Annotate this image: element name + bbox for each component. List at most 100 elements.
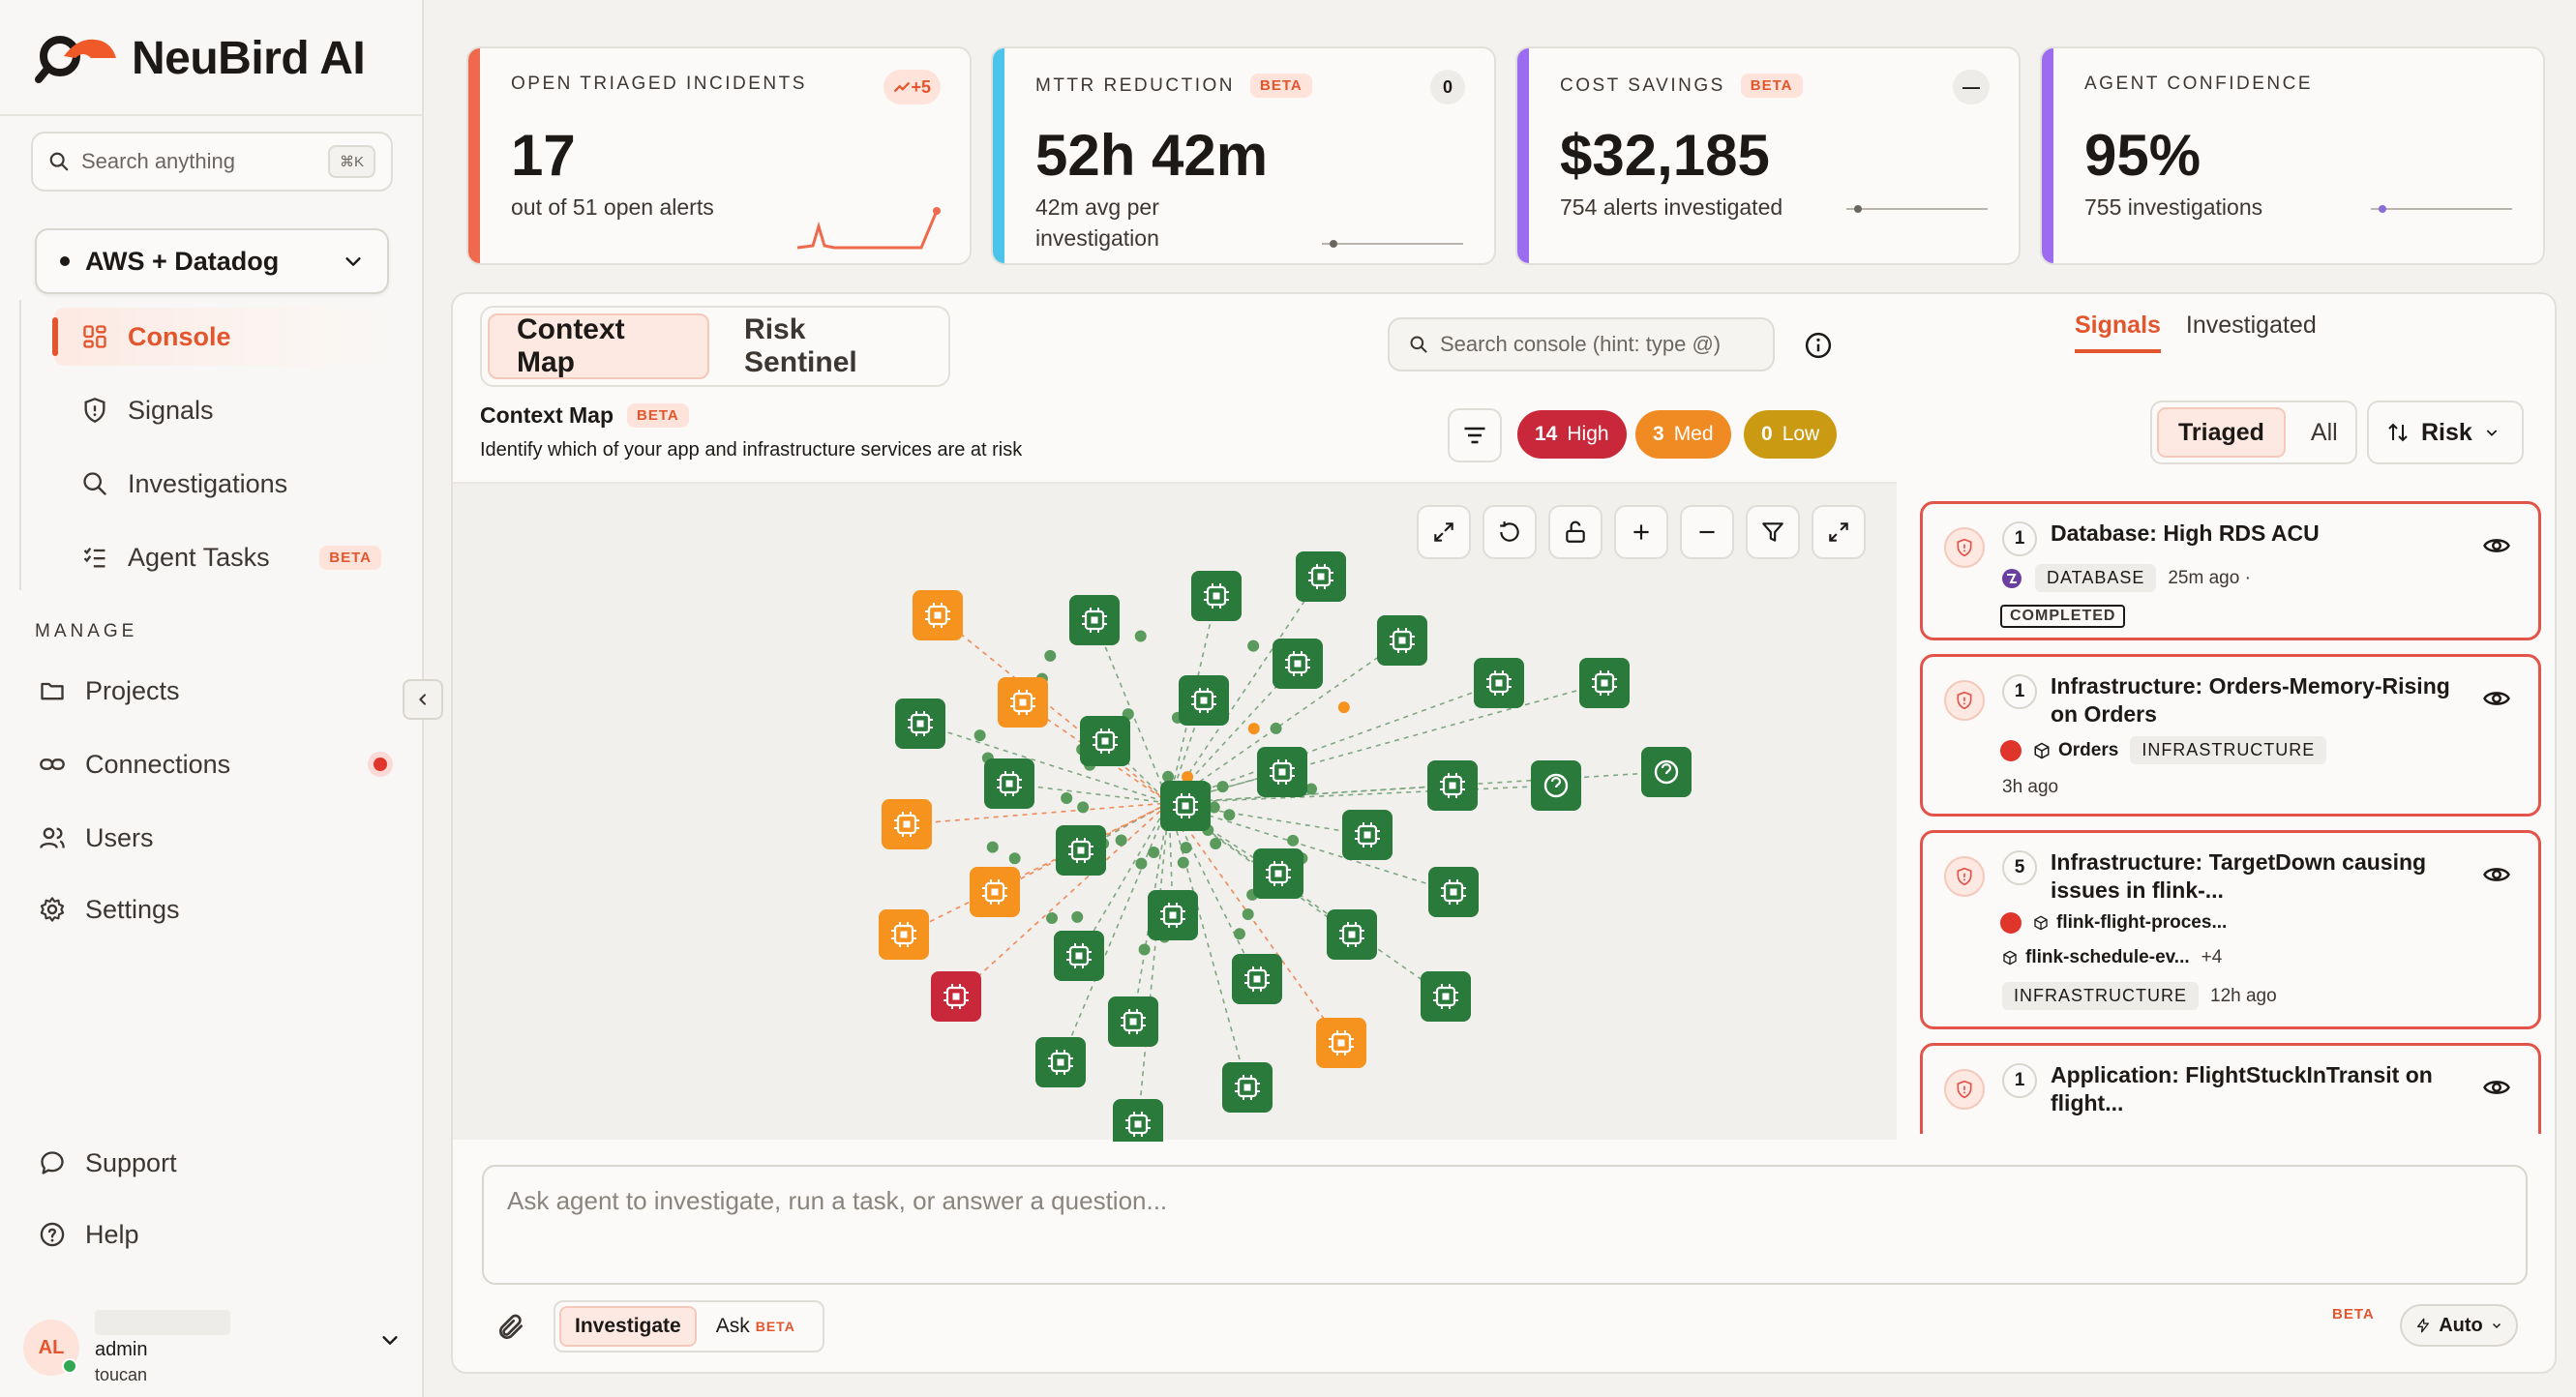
sidebar-item-investigations[interactable]: Investigations: [54, 455, 393, 513]
paperclip-icon[interactable]: [495, 1312, 526, 1343]
service-node[interactable]: [1327, 909, 1377, 960]
service-node[interactable]: [1056, 825, 1106, 876]
service-node[interactable]: [1579, 658, 1630, 708]
eye-icon[interactable]: [2482, 860, 2511, 889]
service-node[interactable]: [931, 971, 981, 1022]
graph-dependency-dot[interactable]: [986, 841, 999, 853]
graph-dependency-dot[interactable]: [1071, 910, 1084, 923]
user-menu[interactable]: AL admin toucan: [23, 1310, 230, 1385]
service-node[interactable]: [1054, 931, 1104, 981]
eye-icon[interactable]: [2482, 684, 2511, 713]
reset-layout-button[interactable]: [1483, 505, 1537, 559]
graph-dependency-dot[interactable]: [1210, 838, 1222, 850]
sidebar-item-signals[interactable]: Signals: [54, 381, 393, 439]
service-node[interactable]: [1148, 890, 1198, 940]
info-icon[interactable]: [1804, 331, 1833, 360]
service-node[interactable]: [1316, 1018, 1366, 1068]
service-node[interactable]: [1179, 675, 1229, 726]
graph-dependency-dot[interactable]: [1247, 723, 1260, 735]
sidebar-item-connections[interactable]: Connections: [39, 735, 397, 793]
service-node[interactable]: [1428, 867, 1479, 917]
severity-med-pill[interactable]: 3 Med: [1635, 410, 1731, 459]
graph-dependency-dot[interactable]: [1287, 834, 1300, 847]
chevron-down-icon[interactable]: [379, 1329, 401, 1351]
graph-dependency-dot[interactable]: [1337, 701, 1350, 714]
graph-dependency-dot[interactable]: [1138, 943, 1151, 956]
severity-low-pill[interactable]: 0 Low: [1744, 410, 1838, 459]
service-node[interactable]: [1342, 810, 1393, 860]
sidebar-item-projects[interactable]: Projects: [39, 662, 397, 720]
service-node[interactable]: [1035, 1037, 1086, 1087]
environment-selector[interactable]: AWS + Datadog: [35, 228, 389, 294]
graph-dependency-dot[interactable]: [1223, 809, 1236, 821]
zoom-out-button[interactable]: [1680, 505, 1734, 559]
signal-card[interactable]: 5 Infrastructure: TargetDown causing iss…: [1920, 830, 2541, 1029]
unknown-service-node[interactable]: [1531, 760, 1581, 811]
graph-dependency-dot[interactable]: [1115, 834, 1127, 847]
service-node[interactable]: [1160, 781, 1211, 831]
service-node[interactable]: [882, 799, 932, 849]
signal-card[interactable]: 1 Infrastructure: Orders-Memory-Rising o…: [1920, 654, 2541, 817]
kpi-open-incidents[interactable]: OPEN TRIAGED INCIDENTS +5 17 out of 51 o…: [466, 46, 972, 265]
service-node[interactable]: [895, 698, 945, 749]
service-node[interactable]: [1427, 760, 1478, 811]
sidebar-item-support[interactable]: Support: [39, 1134, 397, 1192]
severity-high-pill[interactable]: 14 High: [1517, 410, 1627, 459]
zoom-in-button[interactable]: [1614, 505, 1668, 559]
service-node[interactable]: [1108, 996, 1158, 1047]
graph-dependency-dot[interactable]: [1008, 852, 1021, 865]
tab-signals[interactable]: Signals: [2075, 312, 2161, 353]
fit-view-button[interactable]: [1417, 505, 1471, 559]
kpi-mttr-reduction[interactable]: MTTR REDUCTION BETA 0 52h 42m 42m avg per…: [991, 46, 1496, 265]
graph-dependency-dot[interactable]: [1148, 846, 1160, 858]
sidebar-item-users[interactable]: Users: [39, 809, 397, 867]
sidebar-item-settings[interactable]: Settings: [39, 880, 397, 938]
context-map-graph[interactable]: [453, 482, 1897, 1149]
service-node[interactable]: [1253, 848, 1303, 899]
graph-dependency-dot[interactable]: [1061, 791, 1073, 804]
lock-layout-button[interactable]: [1548, 505, 1603, 559]
tab-investigated[interactable]: Investigated: [2186, 312, 2317, 353]
graph-dependency-dot[interactable]: [1134, 630, 1147, 642]
sidebar-item-console[interactable]: Console: [52, 308, 393, 366]
service-node[interactable]: [1296, 551, 1346, 602]
service-node[interactable]: [1273, 639, 1323, 689]
service-node[interactable]: [1377, 615, 1427, 666]
graph-dependency-dot[interactable]: [1247, 639, 1260, 652]
service-node[interactable]: [970, 867, 1020, 917]
fullscreen-button[interactable]: [1812, 505, 1866, 559]
filter-menu-button[interactable]: [1448, 408, 1502, 462]
filter-triaged[interactable]: Triaged: [2157, 407, 2286, 458]
service-node[interactable]: [1069, 595, 1120, 645]
unknown-service-node[interactable]: [1641, 747, 1692, 797]
collapse-sidebar-button[interactable]: [403, 679, 443, 720]
service-node[interactable]: [913, 590, 963, 640]
kpi-cost-savings[interactable]: COST SAVINGS BETA — $32,185 754 alerts in…: [1515, 46, 2021, 265]
context-map-canvas[interactable]: [453, 484, 1897, 1149]
service-node[interactable]: [879, 909, 929, 960]
graph-dependency-dot[interactable]: [1135, 857, 1148, 870]
brand-logo[interactable]: NeuBird AI: [35, 29, 366, 87]
graph-dependency-dot[interactable]: [973, 729, 986, 742]
tab-risk-sentinel[interactable]: Risk Sentinel: [717, 313, 943, 379]
mode-ask[interactable]: Ask BETA: [703, 1306, 809, 1347]
signal-card[interactable]: 1 Application: FlightStuckInTransit on f…: [1920, 1043, 2541, 1134]
global-search-input[interactable]: Search anything ⌘K: [31, 132, 393, 192]
tab-context-map[interactable]: Context Map: [488, 313, 710, 379]
service-node[interactable]: [1257, 747, 1307, 797]
graph-dependency-dot[interactable]: [1242, 907, 1254, 920]
kpi-agent-confidence[interactable]: AGENT CONFIDENCE 95% 755 investigations: [2040, 46, 2545, 265]
service-node[interactable]: [1191, 571, 1242, 621]
sidebar-item-help[interactable]: Help: [39, 1205, 397, 1263]
service-node[interactable]: [1113, 1099, 1163, 1149]
graph-dependency-dot[interactable]: [1233, 928, 1245, 940]
graph-dependency-dot[interactable]: [1077, 801, 1090, 814]
eye-icon[interactable]: [2482, 1073, 2511, 1102]
graph-dependency-dot[interactable]: [1270, 722, 1282, 734]
console-search-input[interactable]: Search console (hint: type @): [1388, 317, 1775, 372]
graph-dependency-dot[interactable]: [1044, 649, 1057, 662]
graph-dependency-dot[interactable]: [1180, 842, 1192, 854]
sidebar-item-agent-tasks[interactable]: Agent Tasks BETA: [54, 528, 393, 586]
agent-prompt-input[interactable]: Ask agent to investigate, run a task, or…: [482, 1165, 2528, 1285]
graph-dependency-dot[interactable]: [1046, 911, 1059, 924]
